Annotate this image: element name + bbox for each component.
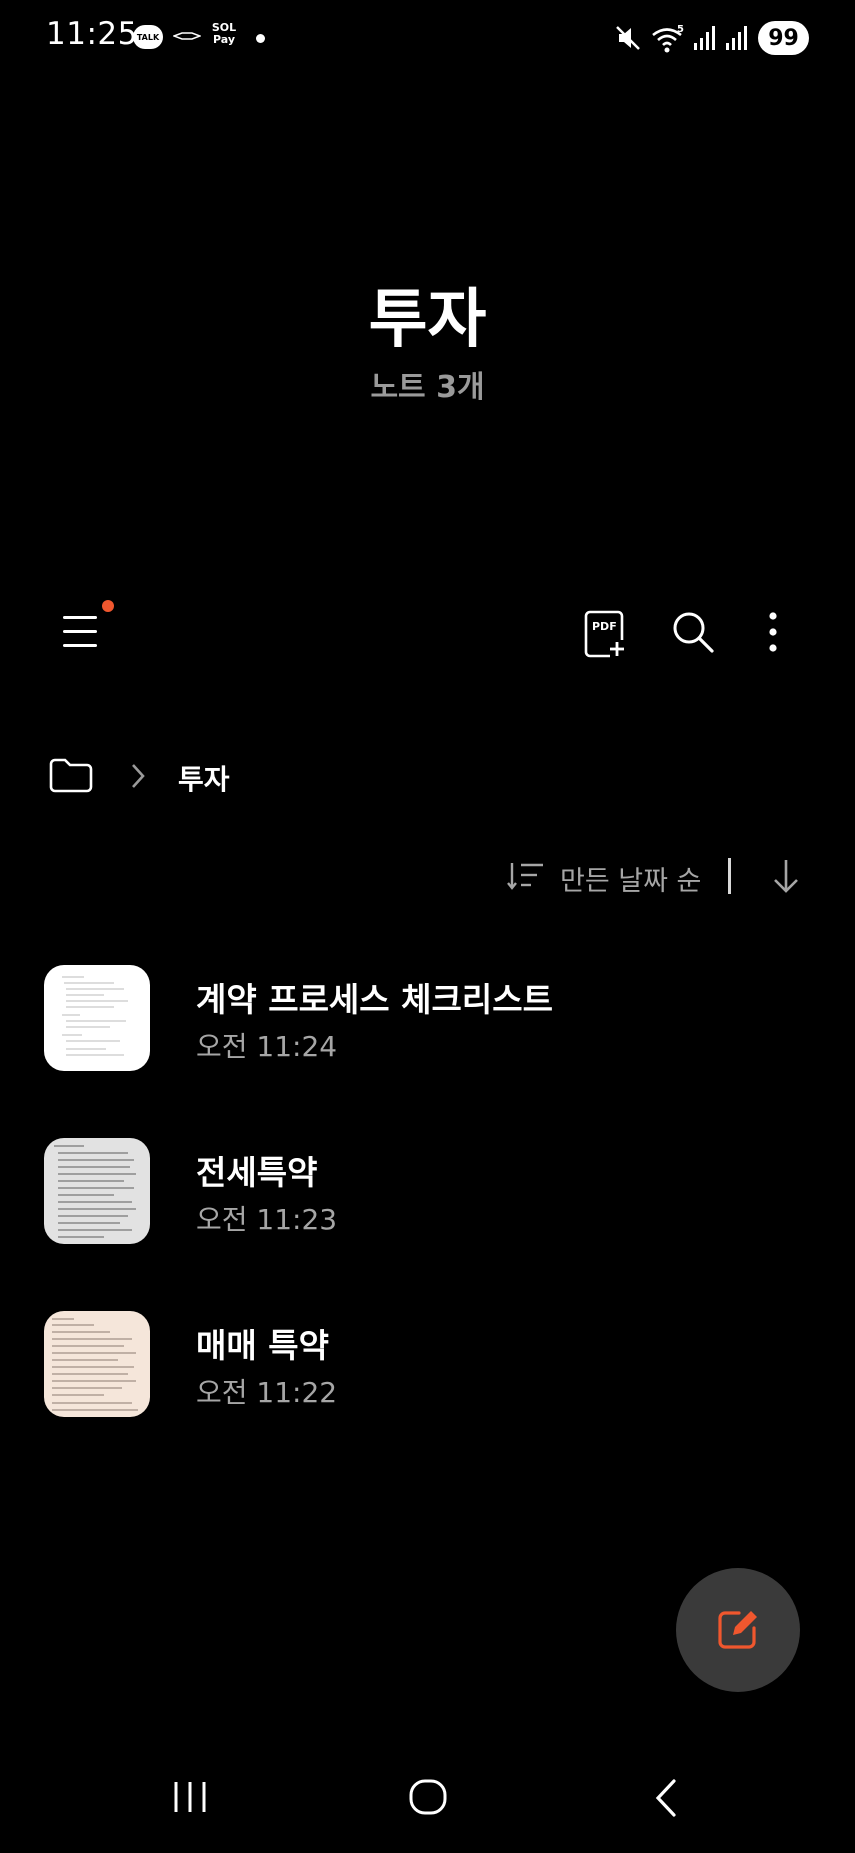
more-icon[interactable] — [756, 610, 790, 654]
note-time: 오전 11:22 — [196, 1376, 338, 1409]
svg-text:5: 5 — [677, 24, 684, 35]
note-thumbnail — [44, 1138, 150, 1244]
note-item[interactable]: 전세특약 오전 11:23 — [44, 1138, 814, 1246]
notification-dot-icon — [256, 34, 265, 43]
folder-icon[interactable] — [48, 756, 94, 794]
note-title: 계약 프로세스 체크리스트 — [196, 980, 553, 1019]
note-thumbnail — [44, 1311, 150, 1417]
kakaotalk-icon: TALK — [133, 25, 163, 49]
new-note-button[interactable] — [676, 1568, 800, 1692]
sort-icon[interactable] — [506, 860, 546, 892]
page-title: 투자 — [368, 283, 487, 357]
wifi-5g-icon: 5 — [652, 24, 684, 53]
arrow-down-icon[interactable] — [770, 858, 802, 894]
menu-icon[interactable] — [60, 610, 104, 654]
signal-icon — [726, 26, 747, 50]
new-note-icon — [718, 1611, 757, 1649]
note-item[interactable]: 매매 특약 오전 11:22 — [44, 1311, 814, 1419]
pdf-add-icon[interactable]: PDF — [582, 610, 626, 658]
home-icon[interactable] — [408, 1778, 448, 1816]
sort-divider — [728, 858, 731, 894]
menu-notification-dot — [102, 600, 114, 612]
recent-apps-icon[interactable] — [172, 1780, 208, 1814]
search-icon[interactable] — [670, 609, 716, 655]
pdf-label: PDF — [592, 620, 617, 633]
pay-label: Pay — [212, 33, 236, 46]
note-count: 노트 3개 — [370, 370, 485, 405]
status-time: 11:25 — [46, 16, 138, 52]
signal-icon — [694, 26, 715, 50]
battery-level: 99 — [768, 25, 799, 51]
sol-pay-icon: SOL Pay — [210, 22, 238, 46]
back-icon[interactable] — [652, 1778, 680, 1818]
battery-icon: 99 — [758, 21, 809, 55]
chevron-right-icon — [132, 764, 145, 788]
note-title: 매매 특약 — [196, 1326, 329, 1365]
talk-label: TALK — [136, 32, 160, 42]
brand-icon — [173, 32, 201, 40]
note-time: 오전 11:23 — [196, 1203, 338, 1236]
breadcrumb-current[interactable]: 투자 — [178, 758, 230, 798]
note-item[interactable]: 계약 프로세스 체크리스트 오전 11:24 — [44, 965, 814, 1073]
note-thumbnail — [44, 965, 150, 1071]
note-time: 오전 11:24 — [196, 1030, 338, 1063]
note-title: 전세특약 — [196, 1153, 318, 1192]
sort-label[interactable]: 만든 날짜 순 — [560, 859, 701, 898]
mute-icon — [616, 26, 640, 50]
